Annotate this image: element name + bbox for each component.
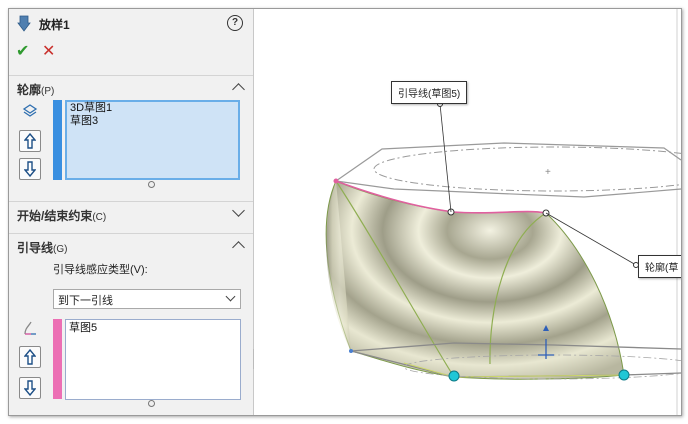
profile-icon (22, 104, 38, 117)
profiles-list[interactable]: 3D草图1 草图3 (65, 100, 240, 180)
arrow-up-icon (24, 133, 36, 149)
move-down-button[interactable] (19, 377, 41, 399)
feature-title: 放样1 (39, 18, 70, 32)
guide-start-point[interactable] (333, 178, 339, 184)
chevron-up-icon[interactable] (232, 241, 245, 254)
influence-type-label: 引导线感应类型(V): (53, 264, 148, 276)
list-item[interactable]: 草图3 (67, 115, 238, 128)
guide-callout[interactable]: 引导线(草图5) (391, 81, 468, 104)
guide-callout-leader (439, 103, 452, 213)
close-icon[interactable]: ✕ (42, 41, 55, 61)
move-down-button[interactable] (19, 158, 41, 180)
list-item[interactable]: 3D草图1 (67, 102, 238, 115)
influence-type-select[interactable]: 到下一引线 (53, 289, 241, 309)
graphics-viewport[interactable]: + 引导线(草图5) 轮廓(草 (254, 9, 681, 415)
guides-section-header[interactable]: 引导线(G) (9, 233, 253, 258)
resize-handle[interactable] (148, 181, 155, 188)
loft-property-window: 放样1 ? ✔ ✕ 轮廓(P) 3D草图1 草图3 开始/结束约束(C) 引导线… (8, 8, 682, 416)
check-icon[interactable]: ✔ (16, 41, 29, 61)
loft-feature-icon (17, 15, 31, 32)
help-icon[interactable]: ? (227, 15, 243, 31)
feature-title-bar: 放样1 ? (9, 9, 253, 37)
connector-handle[interactable] (618, 369, 630, 381)
loft-model-view[interactable]: + (254, 9, 681, 415)
constraints-section-title: 开始/结束约束(C) (17, 209, 107, 223)
chevron-down-icon[interactable] (225, 291, 236, 302)
profiles-section-header[interactable]: 轮廓(P) (9, 75, 253, 100)
sketch-ellipse (373, 146, 681, 192)
property-manager: 放样1 ? ✔ ✕ 轮廓(P) 3D草图1 草图3 开始/结束约束(C) 引导线… (9, 9, 254, 415)
influence-type-value: 到下一引线 (58, 295, 113, 307)
connector-handle[interactable] (448, 370, 460, 382)
move-up-button[interactable] (19, 346, 41, 368)
arrow-down-icon (24, 161, 36, 177)
arrow-down-icon (24, 380, 36, 396)
guides-section-title: 引导线(G) (17, 241, 68, 255)
chevron-up-icon[interactable] (232, 83, 245, 96)
arrow-up-icon (24, 349, 36, 365)
chevron-down-icon[interactable] (232, 204, 245, 217)
origin-marker: + (545, 167, 551, 178)
move-up-button[interactable] (19, 130, 41, 152)
guide-curve-icon (24, 321, 36, 335)
profiles-color-strip (53, 100, 62, 180)
list-item[interactable]: 草图5 (66, 320, 240, 335)
profiles-section-title: 轮廓(P) (17, 83, 55, 97)
resize-handle[interactable] (148, 400, 155, 407)
profile-callout[interactable]: 轮廓(草 (638, 255, 681, 278)
vertex-point[interactable] (349, 349, 353, 353)
guides-color-strip (53, 319, 62, 399)
constraints-section-header[interactable]: 开始/结束约束(C) (9, 201, 253, 226)
guides-list[interactable]: 草图5 (65, 319, 241, 400)
